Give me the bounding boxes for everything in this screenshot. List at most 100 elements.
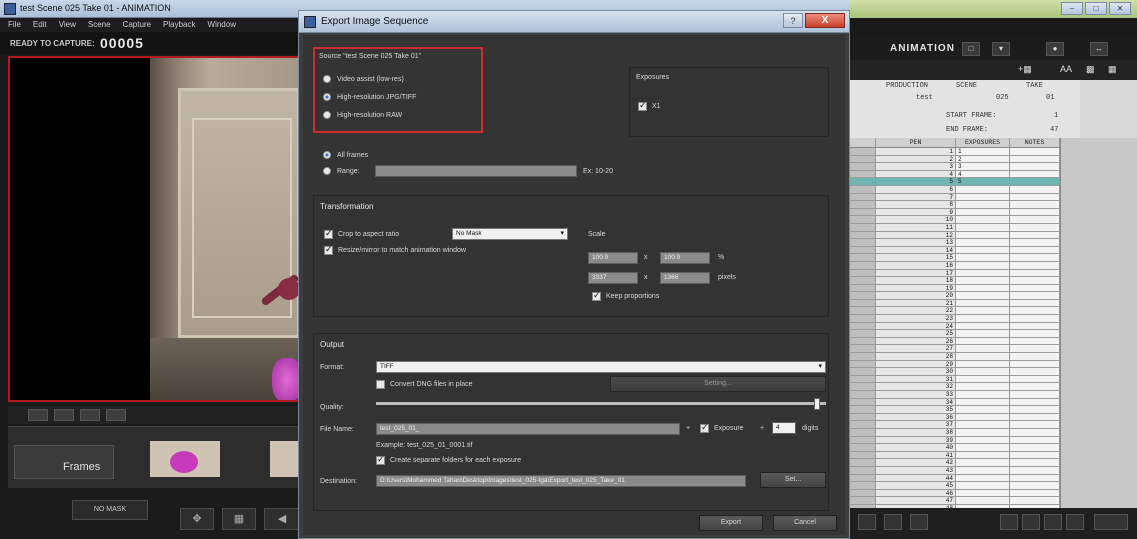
source-radio-raw[interactable] bbox=[323, 111, 331, 119]
row-exposure[interactable]: 1 bbox=[956, 148, 1010, 155]
view-icon[interactable]: ▩ bbox=[1086, 64, 1095, 75]
move-icon[interactable]: ✥ bbox=[180, 508, 214, 530]
row-notes[interactable] bbox=[1010, 254, 1060, 261]
row-notes[interactable] bbox=[1010, 482, 1060, 489]
row-exposure[interactable] bbox=[956, 246, 1010, 254]
row-notes[interactable] bbox=[1010, 292, 1060, 299]
scale-percent-width-input[interactable]: 100.0 bbox=[588, 252, 638, 264]
table-row[interactable]: 44 bbox=[850, 170, 1060, 179]
table-row[interactable]: 16 bbox=[850, 261, 1060, 270]
row-notes[interactable] bbox=[1010, 269, 1060, 277]
row-notes[interactable] bbox=[1010, 375, 1060, 383]
add-column-icon[interactable]: +▦ bbox=[1018, 64, 1032, 75]
row-notes[interactable] bbox=[1010, 307, 1060, 315]
row-notes[interactable] bbox=[1010, 413, 1060, 421]
table-row[interactable]: 31 bbox=[850, 375, 1060, 384]
table-row[interactable]: 55 bbox=[850, 178, 1060, 186]
row-notes[interactable] bbox=[1010, 353, 1060, 360]
row-exposure[interactable] bbox=[956, 375, 1010, 383]
dialog-close-button[interactable]: X bbox=[805, 13, 845, 28]
cancel-button[interactable]: Cancel bbox=[773, 515, 837, 531]
row-notes[interactable] bbox=[1010, 201, 1060, 208]
row-exposure[interactable] bbox=[956, 489, 1010, 497]
destination-input[interactable]: D:\Users\Mohammed Tahan\Desktop\Images\t… bbox=[376, 475, 746, 487]
row-exposure[interactable] bbox=[956, 231, 1010, 239]
row-notes[interactable] bbox=[1010, 497, 1060, 504]
row-notes[interactable] bbox=[1010, 261, 1060, 269]
table-row[interactable]: 12 bbox=[850, 231, 1060, 240]
zoom-icon[interactable] bbox=[28, 409, 48, 421]
row-exposure[interactable] bbox=[956, 383, 1010, 390]
menu-capture[interactable]: Capture bbox=[123, 18, 151, 32]
table-row[interactable]: 25 bbox=[850, 330, 1060, 338]
minimize-icon[interactable]: – bbox=[1061, 2, 1083, 15]
row-notes[interactable] bbox=[1010, 360, 1060, 368]
table-row[interactable]: 33 bbox=[850, 391, 1060, 399]
table-row[interactable]: 39 bbox=[850, 436, 1060, 445]
row-notes[interactable] bbox=[1010, 185, 1060, 193]
pixel-height-input[interactable]: 1366 bbox=[660, 272, 710, 284]
table-row[interactable]: 24 bbox=[850, 322, 1060, 331]
person-icon[interactable]: ● bbox=[1046, 42, 1064, 56]
row-exposure[interactable] bbox=[956, 428, 1010, 436]
row-notes[interactable] bbox=[1010, 368, 1060, 375]
row-exposure[interactable] bbox=[956, 292, 1010, 299]
range-radio[interactable] bbox=[323, 167, 331, 175]
row-notes[interactable] bbox=[1010, 239, 1060, 246]
camera-icon[interactable]: ▦ bbox=[222, 508, 256, 530]
table-row[interactable]: 29 bbox=[850, 360, 1060, 369]
timeline[interactable]: Frames bbox=[8, 426, 300, 488]
exposure-x1-checkbox[interactable] bbox=[638, 100, 647, 111]
row-notes[interactable] bbox=[1010, 451, 1060, 459]
row-exposure[interactable] bbox=[956, 406, 1010, 413]
row-notes[interactable] bbox=[1010, 398, 1060, 406]
pen-icon[interactable] bbox=[1022, 514, 1040, 530]
row-exposure[interactable] bbox=[956, 466, 1010, 474]
row-exposure[interactable] bbox=[956, 360, 1010, 368]
row-notes[interactable] bbox=[1010, 163, 1060, 170]
row-notes[interactable] bbox=[1010, 459, 1060, 466]
crop-checkbox[interactable] bbox=[324, 228, 333, 239]
convert-setting-button[interactable]: Setting... bbox=[610, 376, 826, 392]
convert-dng-checkbox[interactable] bbox=[376, 380, 385, 389]
resize-checkbox[interactable] bbox=[324, 244, 333, 255]
row-exposure[interactable] bbox=[956, 269, 1010, 277]
row-notes[interactable] bbox=[1010, 322, 1060, 330]
row-notes[interactable] bbox=[1010, 223, 1060, 231]
row-notes[interactable] bbox=[1010, 216, 1060, 223]
timeline-thumbnail[interactable] bbox=[270, 441, 300, 477]
row-exposure[interactable]: 4 bbox=[956, 170, 1010, 178]
table-row[interactable]: 41 bbox=[850, 451, 1060, 460]
menu-window[interactable]: Window bbox=[208, 18, 236, 32]
table-row[interactable]: 7 bbox=[850, 193, 1060, 202]
table-row[interactable]: 11 bbox=[850, 148, 1060, 156]
quality-slider-thumb[interactable] bbox=[814, 398, 820, 410]
row-exposure[interactable] bbox=[956, 451, 1010, 459]
timeline-thumbnail[interactable] bbox=[150, 441, 220, 477]
table-row[interactable]: 11 bbox=[850, 223, 1060, 232]
row-notes[interactable] bbox=[1010, 170, 1060, 178]
table-row[interactable]: 21 bbox=[850, 299, 1060, 308]
row-notes[interactable] bbox=[1010, 148, 1060, 155]
curve-icon[interactable] bbox=[1044, 514, 1062, 530]
eraser-icon[interactable] bbox=[1066, 514, 1084, 530]
row-exposure[interactable] bbox=[956, 239, 1010, 246]
source-radio-jpg[interactable] bbox=[323, 93, 331, 101]
capture-viewer[interactable] bbox=[8, 56, 300, 402]
row-exposure[interactable] bbox=[956, 353, 1010, 360]
keep-proportions-checkbox[interactable] bbox=[592, 290, 601, 301]
row-notes[interactable] bbox=[1010, 299, 1060, 307]
select-icon[interactable] bbox=[858, 514, 876, 530]
row-exposure[interactable] bbox=[956, 330, 1010, 337]
row-notes[interactable] bbox=[1010, 444, 1060, 451]
all-frames-radio[interactable] bbox=[323, 151, 331, 159]
set-destination-button[interactable]: Set... bbox=[760, 472, 826, 488]
row-exposure[interactable] bbox=[956, 391, 1010, 398]
row-notes[interactable] bbox=[1010, 391, 1060, 398]
row-exposure[interactable] bbox=[956, 421, 1010, 428]
table-row[interactable]: 43 bbox=[850, 466, 1060, 475]
row-notes[interactable] bbox=[1010, 178, 1060, 185]
row-exposure[interactable] bbox=[956, 368, 1010, 375]
table-row[interactable]: 32 bbox=[850, 383, 1060, 391]
row-exposure[interactable] bbox=[956, 337, 1010, 345]
